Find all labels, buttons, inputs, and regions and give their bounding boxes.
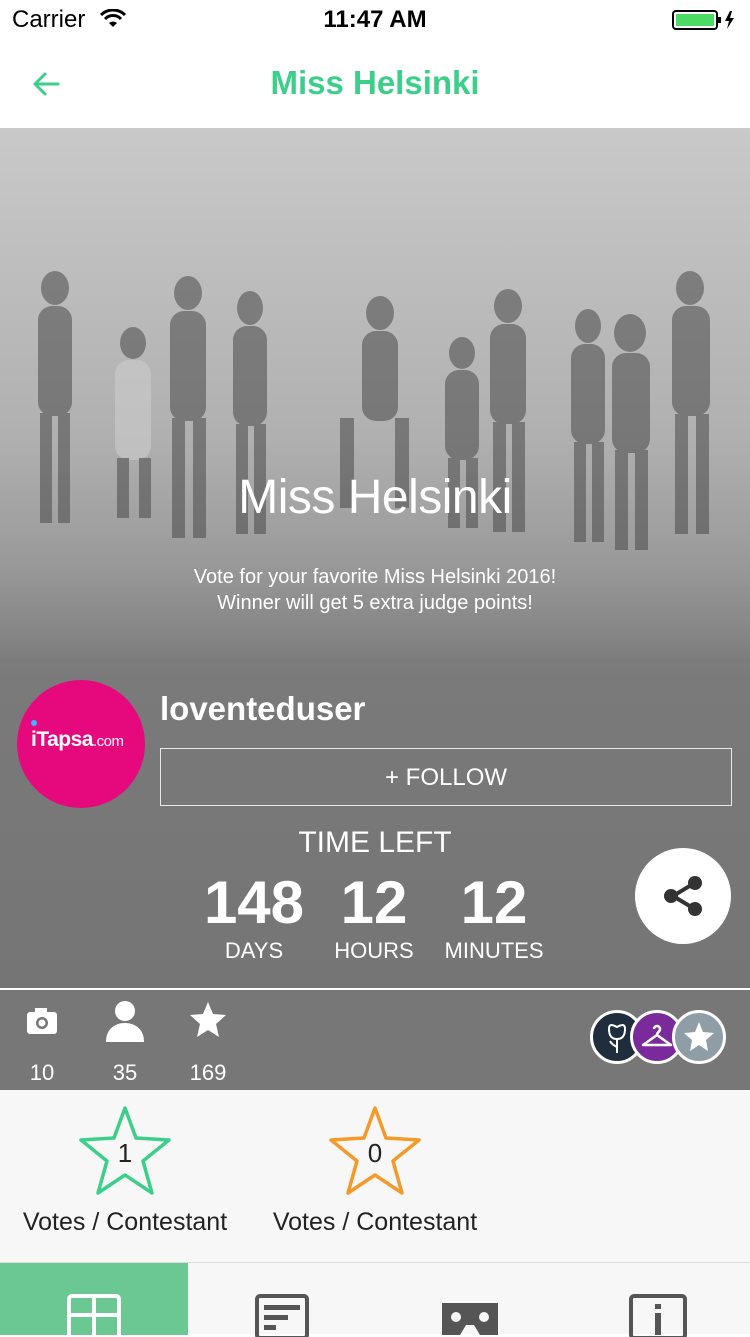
countdown-hours-label: HOURS [334,938,414,963]
vote-star: 0 [325,1104,425,1198]
votes-per-contestant-orange: 0 Votes / Contestant [255,1104,495,1237]
nav-bar: Miss Helsinki [0,40,750,128]
contest-title: Miss Helsinki [238,471,512,524]
contest-description-line-1: Vote for your favorite Miss Helsinki 201… [193,566,557,588]
organizer-logo-text: iTapsa [31,728,93,751]
user-icon [106,1001,144,1042]
status-bar: Carrier 11:47 AM [0,0,750,40]
vote-label: Votes / Contestant [22,1208,228,1236]
tab-info[interactable] [564,1263,750,1337]
vote-star: 1 [75,1104,175,1198]
tab-grid[interactable] [0,1263,188,1337]
contest-header: Miss Helsinki Vote for your favorite Mis… [0,128,750,988]
users-count: 35 [112,1060,138,1085]
battery-icon [672,10,734,30]
vote-label: Votes / Contestant [272,1208,478,1236]
list-icon [255,1294,309,1337]
organizer-username[interactable]: loventeduser [160,690,365,728]
share-button[interactable] [635,848,731,944]
votes-section: 1 Votes / Contestant 0 Votes / Contestan… [0,1090,750,1262]
organizer-logo-suffix: .com [92,733,124,750]
follow-button[interactable]: + FOLLOW [160,748,732,806]
star-icon [684,1022,714,1051]
countdown-days: 148 [203,869,305,936]
stat-users: 35 [95,998,155,1086]
stat-photos: 10 [12,998,72,1086]
countdown-days-label: DAYS [224,938,284,963]
grid-icon [67,1294,121,1337]
vr-icon [442,1303,498,1335]
star-badge[interactable] [672,1010,726,1064]
votes-per-contestant-green: 1 Votes / Contestant [5,1104,245,1237]
vote-count: 0 [367,1138,383,1168]
camera-icon [27,1008,57,1034]
tab-bar [0,1262,750,1337]
contest-description-line-2: Winner will get 5 extra judge points! [217,592,533,614]
tab-vr[interactable] [376,1263,564,1335]
category-badges [588,1010,738,1070]
countdown-hours: 12 [340,869,408,936]
clock: 11:47 AM [323,6,427,33]
logo-dot [31,720,37,726]
stat-stars: 169 [178,998,238,1086]
contest-stats: 10 35 169 [0,988,750,1090]
contest-description: Vote for your favorite Miss Helsinki 201… [0,564,750,616]
organizer-avatar[interactable]: iTapsa.com [17,680,145,808]
page-title: Miss Helsinki [270,64,480,101]
photos-count: 10 [29,1060,55,1085]
vote-count: 1 [117,1138,133,1168]
stars-count: 169 [189,1060,227,1085]
countdown-minutes: 12 [460,869,528,936]
tab-list[interactable] [188,1263,376,1337]
info-icon [629,1294,687,1337]
star-icon [190,1002,226,1037]
share-icon [664,876,702,916]
countdown-minutes-label: MINUTES [444,938,544,963]
organizer-logo: iTapsa.com [31,728,124,752]
